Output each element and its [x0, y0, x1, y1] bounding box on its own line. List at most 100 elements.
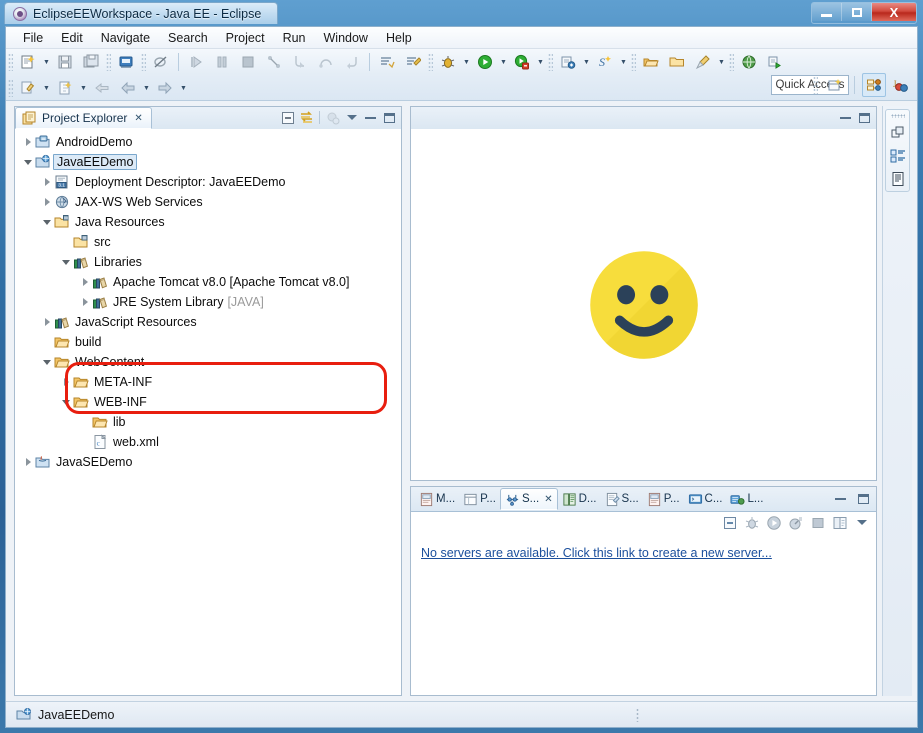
annotation-dropdown[interactable]: ▼ — [41, 77, 52, 99]
chevron-right-icon[interactable] — [40, 172, 54, 192]
minimize-editor-button[interactable] — [837, 109, 854, 126]
new-java-project-button[interactable] — [556, 50, 580, 74]
toolbar-grip-7[interactable] — [729, 53, 734, 71]
minimize-button[interactable] — [812, 3, 842, 21]
profile-server-button[interactable] — [787, 514, 804, 531]
forward-button[interactable] — [153, 76, 177, 100]
tree-item-jax-ws-web-services[interactable]: JAX-WS Web Services — [15, 192, 401, 212]
tree-item-build[interactable]: build — [15, 332, 401, 352]
back-button[interactable] — [116, 76, 140, 100]
chevron-right-icon[interactable] — [21, 132, 35, 152]
next-annotation-button[interactable] — [53, 76, 77, 100]
tree-item-javasedemo[interactable]: JavaSEDemo — [15, 452, 401, 472]
new-wizard-dropdown[interactable]: ▼ — [41, 51, 52, 73]
run-dropdown[interactable]: ▼ — [498, 51, 509, 73]
java-ee-perspective-button[interactable] — [862, 73, 886, 97]
toolbar-grip-6[interactable] — [631, 53, 636, 71]
tab-data-source-explorer[interactable]: D... — [558, 488, 601, 510]
step-over-button[interactable] — [314, 50, 338, 74]
close-icon[interactable]: ✕ — [544, 494, 552, 505]
tab-liferay[interactable]: L... — [726, 488, 767, 510]
back-dropdown[interactable]: ▼ — [141, 77, 152, 99]
toolbar-grip-5[interactable] — [548, 53, 553, 71]
open-task-button[interactable] — [375, 50, 399, 74]
tab-project-explorer[interactable]: Project Explorer ✕ — [15, 107, 152, 129]
minimize-view-button[interactable] — [362, 109, 379, 126]
menu-file[interactable]: File — [14, 28, 52, 48]
resume-button[interactable] — [184, 50, 208, 74]
tree-item-deployment-descriptor-javaeedemo[interactable]: 3.1 Deployment Descriptor: JavaEEDemo — [15, 172, 401, 192]
forward-dropdown[interactable]: ▼ — [178, 77, 189, 99]
suspend-button[interactable] — [210, 50, 234, 74]
java-perspective-button[interactable]: J — [889, 73, 913, 97]
collapse-all-button[interactable] — [279, 109, 296, 126]
save-button[interactable] — [53, 50, 77, 74]
disconnect-button[interactable] — [262, 50, 286, 74]
tree-item-lib[interactable]: lib — [15, 412, 401, 432]
menu-search[interactable]: Search — [159, 28, 217, 48]
tree-item-src[interactable]: src — [15, 232, 401, 252]
step-into-button[interactable] — [288, 50, 312, 74]
menu-project[interactable]: Project — [217, 28, 274, 48]
view-menu-button[interactable] — [853, 514, 870, 531]
open-type-button[interactable] — [639, 50, 663, 74]
create-new-server-link[interactable]: No servers are available. Click this lin… — [421, 546, 772, 560]
new-package-button[interactable]: S — [593, 50, 617, 74]
tree-item-androiddemo[interactable]: AndroidDemo — [15, 132, 401, 152]
maximize-button[interactable] — [842, 3, 872, 21]
chevron-right-icon[interactable] — [78, 272, 92, 292]
chevron-down-icon[interactable] — [59, 252, 73, 272]
fast-view-grip[interactable] — [890, 114, 905, 118]
save-all-button[interactable] — [79, 50, 103, 74]
new-wizard-button[interactable] — [16, 50, 40, 74]
open-perspective-button[interactable] — [823, 73, 847, 97]
tree-item-apache-tomcat-v8-0-apache-tomcat-v8-0[interactable]: Apache Tomcat v8.0 [Apache Tomcat v8.0] — [15, 272, 401, 292]
view-menu-button[interactable] — [343, 109, 360, 126]
debug-dropdown[interactable]: ▼ — [461, 51, 472, 73]
close-button[interactable]: X — [872, 3, 916, 21]
chevron-down-icon[interactable] — [21, 152, 35, 172]
debug-server-button[interactable] — [743, 514, 760, 531]
tree-item-jre-system-library[interactable]: JRE System Library [JAVA] — [15, 292, 401, 312]
print-button[interactable] — [114, 50, 138, 74]
toolbar-grip-4[interactable] — [428, 53, 433, 71]
maximize-editor-button[interactable] — [856, 109, 873, 126]
search-brush-dropdown[interactable]: ▼ — [716, 51, 727, 73]
annotation-button[interactable] — [16, 76, 40, 100]
new-java-project-dropdown[interactable]: ▼ — [581, 51, 592, 73]
task-list-view-button[interactable] — [889, 170, 906, 187]
maximize-view-button[interactable] — [381, 109, 398, 126]
tree-item-meta-inf[interactable]: META-INF — [15, 372, 401, 392]
profile-button[interactable] — [763, 50, 787, 74]
tree-item-webcontent[interactable]: WebContent — [15, 352, 401, 372]
toolbar-grip-2[interactable] — [106, 53, 111, 71]
debug-button[interactable] — [436, 50, 460, 74]
perspective-grip[interactable] — [813, 76, 818, 94]
project-tree[interactable]: AndroidDemo JavaEEDemo 3.1 Deployment Descr… — [15, 129, 401, 695]
chevron-right-icon[interactable] — [78, 292, 92, 312]
link-with-editor-button[interactable] — [298, 109, 315, 126]
tab-problems[interactable]: P... — [643, 488, 684, 510]
tree-item-libraries[interactable]: Libraries — [15, 252, 401, 272]
menu-run[interactable]: Run — [274, 28, 315, 48]
chevron-right-icon[interactable] — [40, 192, 54, 212]
new-task-button[interactable] — [401, 50, 425, 74]
menu-navigate[interactable]: Navigate — [92, 28, 159, 48]
tab-markers[interactable]: M... — [415, 488, 459, 510]
new-package-dropdown[interactable]: ▼ — [618, 51, 629, 73]
minimize-servers-button[interactable] — [832, 490, 849, 507]
tree-item-javascript-resources[interactable]: JavaScript Resources — [15, 312, 401, 332]
tree-item-web-xml[interactable]: c web.xml — [15, 432, 401, 452]
chevron-down-icon[interactable] — [40, 352, 54, 372]
outline-view-button[interactable] — [889, 147, 906, 164]
terminate-button[interactable] — [236, 50, 260, 74]
tab-console[interactable]: C... — [684, 488, 727, 510]
previous-edit-button[interactable] — [90, 76, 114, 100]
chevron-right-icon[interactable] — [40, 312, 54, 332]
chevron-down-icon[interactable] — [40, 212, 54, 232]
search-brush-button[interactable] — [691, 50, 715, 74]
next-annotation-dropdown[interactable]: ▼ — [78, 77, 89, 99]
menu-help[interactable]: Help — [377, 28, 421, 48]
tree-item-javaeedemo[interactable]: JavaEEDemo — [15, 152, 401, 172]
publish-button[interactable] — [831, 514, 848, 531]
